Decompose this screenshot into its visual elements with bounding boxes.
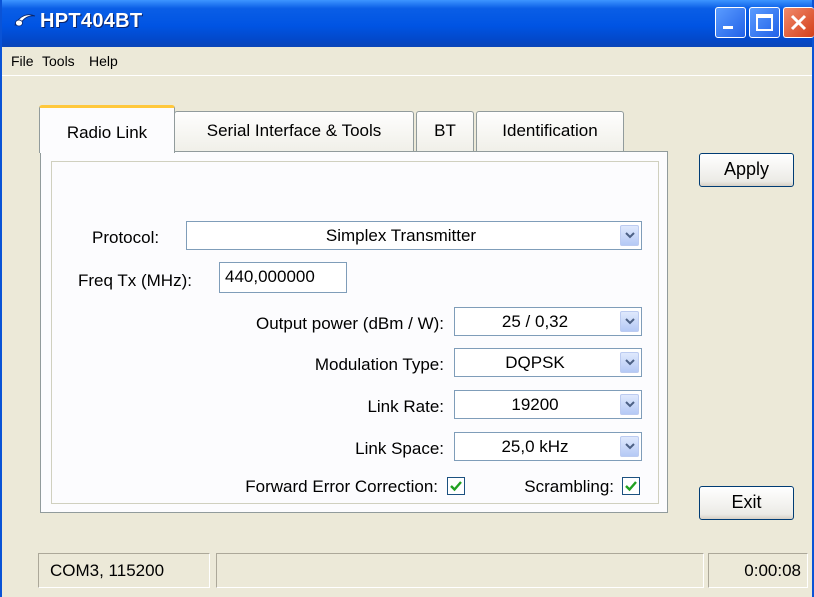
menu-tools[interactable]: Tools — [42, 53, 75, 69]
tab-serial-interface-tools-label: Serial Interface & Tools — [206, 121, 382, 140]
chevron-down-icon[interactable] — [620, 394, 639, 415]
protocol-value: Simplex Transmitter — [325, 226, 477, 245]
tab-radio-link-label: Radio Link — [66, 123, 148, 142]
protocol-label: Protocol: — [92, 228, 160, 247]
minimize-icon — [723, 26, 733, 29]
close-button[interactable] — [783, 7, 814, 38]
freq-tx-label: Freq Tx (MHz): — [78, 271, 192, 290]
link-space-value: 25,0 kHz — [501, 437, 569, 456]
output-power-label: Output power (dBm / W): — [256, 314, 444, 333]
modulation-type-label: Modulation Type: — [314, 355, 444, 374]
exit-button[interactable]: Exit — [699, 486, 794, 520]
checkmark-icon — [450, 481, 462, 492]
fec-label: Forward Error Correction: — [245, 477, 438, 496]
status-middle — [216, 553, 704, 588]
checkmark-icon — [625, 481, 637, 492]
chevron-down-icon[interactable] — [620, 225, 639, 246]
protocol-dropdown[interactable]: Simplex Transmitter — [186, 221, 642, 250]
status-port: COM3, 115200 — [38, 553, 210, 588]
maximize-icon — [756, 14, 773, 31]
tab-identification[interactable]: Identification — [476, 111, 624, 152]
tab-identification-label: Identification — [502, 121, 598, 140]
modulation-type-dropdown[interactable]: DQPSK — [454, 348, 642, 377]
tab-radio-link[interactable]: Radio Link — [39, 105, 175, 153]
menu-bar: File Tools Help — [2, 47, 812, 76]
freq-tx-input[interactable]: 440,000000 — [219, 262, 347, 293]
app-window: HPT404BT File Tools Help Radio Link Seri… — [0, 0, 814, 597]
close-icon — [790, 14, 807, 31]
link-rate-label: Link Rate: — [367, 397, 444, 416]
output-power-dropdown[interactable]: 25 / 0,32 — [454, 307, 642, 336]
status-bar: COM3, 115200 0:00:08 — [2, 540, 812, 597]
fec-checkbox[interactable] — [447, 477, 465, 495]
menu-file-label: File — [11, 53, 34, 69]
maximize-button[interactable] — [749, 7, 780, 38]
chevron-down-icon[interactable] — [620, 352, 639, 373]
title-bar[interactable]: HPT404BT — [2, 0, 814, 47]
menu-help-label: Help — [89, 53, 118, 69]
apply-button[interactable]: Apply — [699, 153, 794, 187]
link-rate-value: 19200 — [511, 395, 559, 414]
link-space-dropdown[interactable]: 25,0 kHz — [454, 432, 642, 461]
tab-serial-interface-tools[interactable]: Serial Interface & Tools — [174, 111, 414, 152]
chevron-down-icon[interactable] — [620, 311, 639, 332]
scrambling-checkbox[interactable] — [622, 477, 640, 495]
link-rate-dropdown[interactable]: 19200 — [454, 390, 642, 419]
swoosh-icon — [14, 14, 36, 27]
menu-tools-label: Tools — [42, 53, 75, 69]
link-space-label: Link Space: — [355, 439, 444, 458]
tab-bt[interactable]: BT — [416, 111, 474, 152]
scrambling-label: Scrambling: — [524, 477, 614, 496]
minimize-button[interactable] — [715, 7, 746, 38]
tab-bt-label: BT — [434, 121, 456, 140]
status-elapsed-time: 0:00:08 — [708, 553, 808, 588]
menu-file[interactable]: File — [11, 53, 34, 69]
chevron-down-icon[interactable] — [620, 436, 639, 457]
menu-help[interactable]: Help — [89, 53, 118, 69]
window-title: HPT404BT — [40, 10, 143, 32]
output-power-value: 25 / 0,32 — [501, 312, 569, 331]
modulation-type-value: DQPSK — [505, 353, 565, 372]
